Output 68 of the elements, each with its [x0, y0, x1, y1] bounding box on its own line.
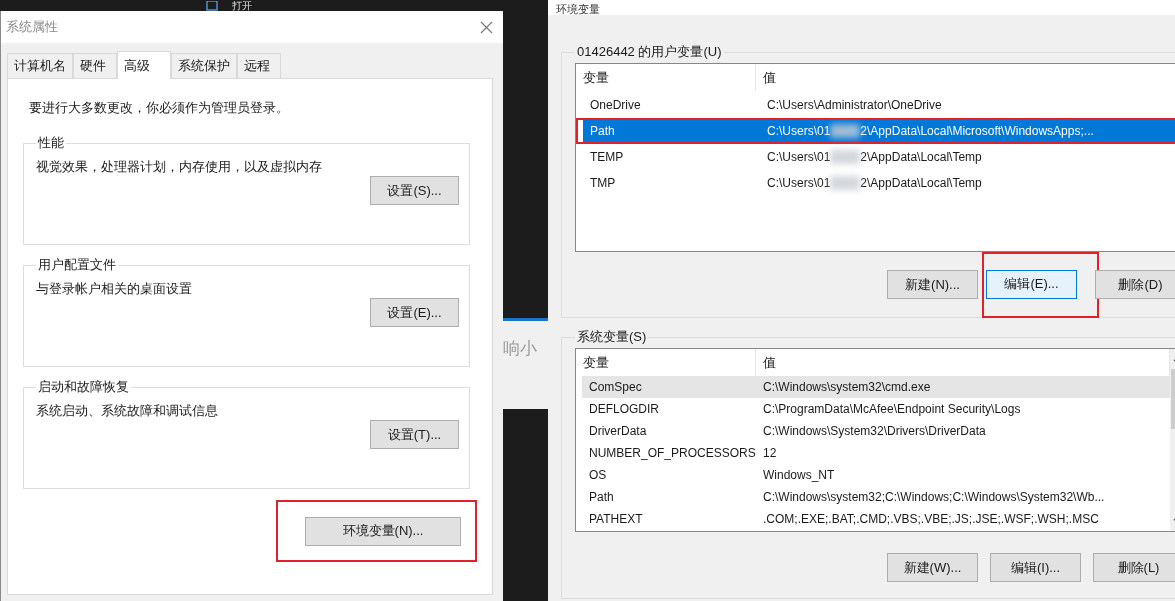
variable-value: C:\Users\01 2\AppData\Local\Microsoft\WindowsApps;... [766, 124, 1095, 138]
button[interactable]: 编辑(E)... [986, 269, 1077, 299]
variable-name: Path [588, 490, 615, 504]
admin-note: 要进行大多数更改，你必须作为管理员登录。 [29, 99, 290, 117]
variable-value: C:\ProgramData\McAfee\Endpoint Security\Logs [762, 402, 1022, 416]
window-icon [206, 1, 218, 11]
close-icon[interactable] [480, 20, 493, 34]
list-row[interactable]: PATHEXT .COM;.EXE;.BAT;.CMD;.VBS;.VBE;.JS;.JSE;.WSF;.WSH;.MSC [582, 508, 1170, 530]
variable-name: TMP [589, 176, 617, 190]
environment-variables-button[interactable]: 环境变量(N)... [305, 516, 461, 546]
variable-name: PATHEXT [588, 512, 644, 526]
window-title: 环境变量 [556, 4, 600, 15]
list-row[interactable]: TEMP C:\Users\01 2\AppData\Local\Temp [583, 146, 1175, 168]
tab[interactable]: 计算机名 [7, 53, 73, 78]
button[interactable]: 新建(W)... [887, 553, 978, 582]
group-title: 启动和故障恢复 [37, 378, 130, 396]
tab[interactable]: 系统保护 [171, 53, 237, 78]
redaction-blur [830, 176, 861, 190]
variable-name: NUMBER_OF_PROCESSORS [588, 446, 756, 460]
redaction-blur [830, 150, 861, 164]
variable-name: DEFLOGDIR [588, 402, 660, 416]
settings-button[interactable]: 设置(E)... [370, 298, 459, 327]
list-row[interactable]: DEFLOGDIR C:\ProgramData\McAfee\Endpoint Security\Logs [582, 398, 1170, 420]
variable-name: ComSpec [588, 380, 643, 394]
variable-name: TEMP [589, 150, 625, 164]
variable-value: .COM;.EXE;.BAT;.CMD;.VBS;.VBE;.JS;.JSE;.WSF;.WSH;.MSC [762, 512, 1100, 526]
list-row[interactable]: OS Windows_NT [582, 464, 1170, 486]
variable-name: Path [589, 124, 616, 138]
button[interactable]: 删除(D) [1095, 270, 1175, 299]
variable-name: DriverData [588, 424, 648, 438]
group-title: 性能 [37, 134, 65, 152]
group-title: 用户配置文件 [37, 256, 117, 274]
settings-button[interactable]: 设置(S)... [370, 176, 459, 205]
variable-name: OneDrive [589, 98, 642, 112]
column-header[interactable]: 值 [756, 64, 1175, 91]
group-description: 系统启动、系统故障和调试信息 [36, 403, 218, 418]
button[interactable]: 编辑(I)... [990, 553, 1081, 582]
list-row[interactable]: Path C:\Users\01 2\AppData\Local\Microsoft\WindowsApps;... [583, 120, 1175, 142]
variable-value: C:\Windows\system32;C:\Windows;C:\Windows\System32\Wb... [762, 490, 1106, 504]
list-row[interactable]: ComSpec C:\Windows\system32\cmd.exe [582, 376, 1170, 398]
group-description: 与登录帐户相关的桌面设置 [36, 281, 192, 296]
background-text: 响小 [503, 338, 537, 360]
button[interactable]: 删除(L) [1093, 553, 1175, 582]
list-row[interactable]: DriverData C:\Windows\System32\Drivers\DriverData [582, 420, 1170, 442]
column-header[interactable]: 变量 [576, 64, 756, 91]
variable-value: C:\Users\01 2\AppData\Local\Temp [766, 176, 983, 190]
variable-value: C:\Windows\system32\cmd.exe [762, 380, 932, 394]
tab[interactable]: 远程 [237, 53, 281, 78]
variable-value: C:\Users\01 2\AppData\Local\Temp [766, 150, 983, 164]
button[interactable]: 新建(N)... [887, 270, 978, 299]
group-title: 系统变量(S) [576, 328, 648, 346]
tab[interactable]: 高级 [117, 51, 171, 79]
list-row[interactable]: NUMBER_OF_PROCESSORS 12 [582, 442, 1170, 464]
group-title: 01426442 的用户变量(U) [576, 43, 723, 61]
redaction-blur [830, 124, 861, 138]
group-description: 视觉效果，处理器计划，内存使用，以及虚拟内存 [36, 159, 322, 174]
variable-value: C:\Windows\System32\Drivers\DriverData [762, 424, 987, 438]
variable-value: C:\Users\Administrator\OneDrive [766, 98, 943, 112]
variable-value: 12 [762, 446, 778, 460]
variable-value: Windows_NT [762, 468, 836, 482]
settings-button[interactable]: 设置(T)... [370, 420, 459, 449]
window-title: 系统属性 [6, 18, 58, 36]
list-row[interactable]: Path C:\Windows\system32;C:\Windows;C:\Windows\System32\Wb... [582, 486, 1170, 508]
tab[interactable]: 硬件 [73, 53, 117, 78]
list-row[interactable]: OneDrive C:\Users\Administrator\OneDrive [583, 94, 1175, 116]
menu-item[interactable]: 打开 [232, 1, 252, 11]
variable-name: OS [588, 468, 608, 482]
list-row[interactable]: TMP C:\Users\01 2\AppData\Local\Temp [583, 172, 1175, 194]
